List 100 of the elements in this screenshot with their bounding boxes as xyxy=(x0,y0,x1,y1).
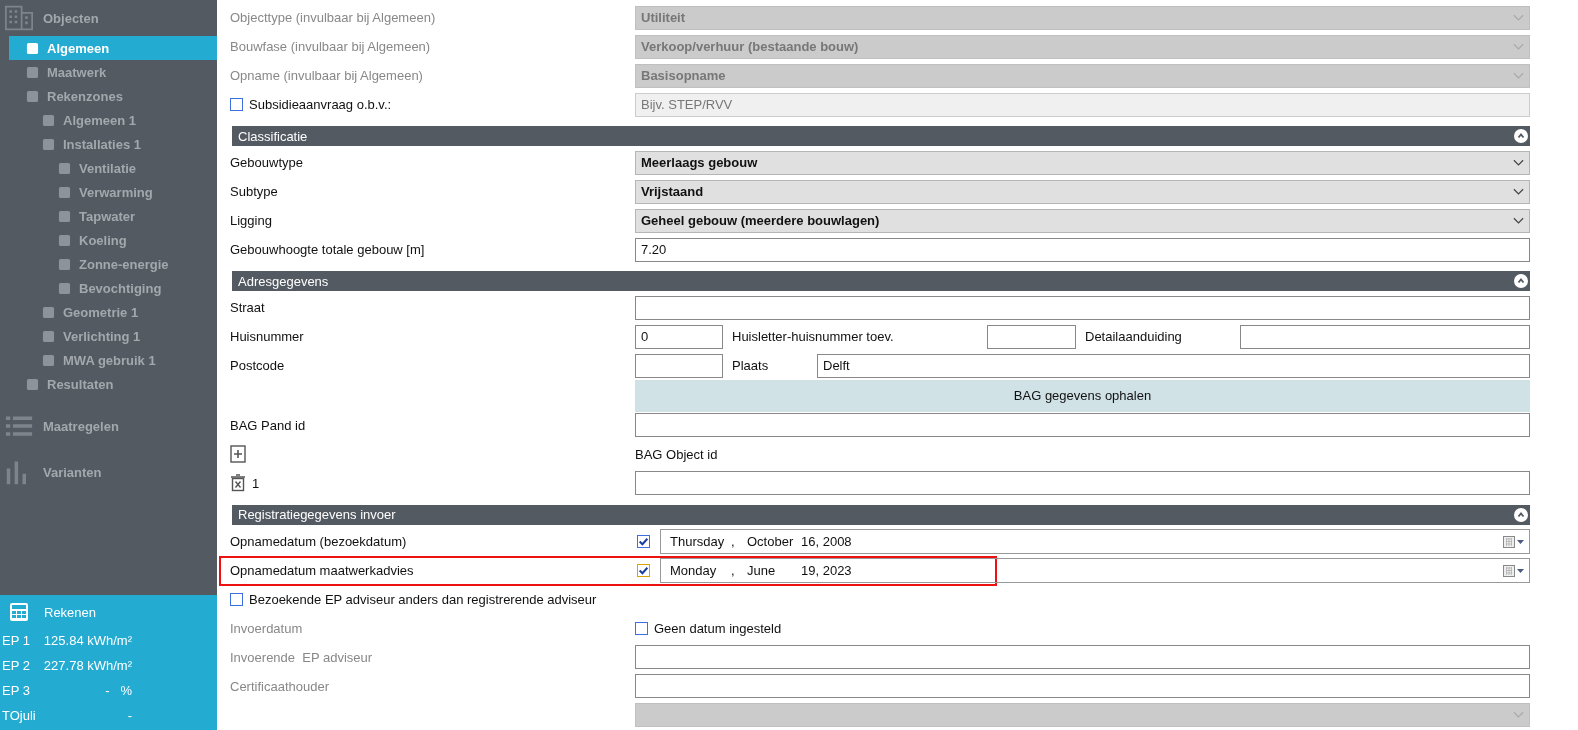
tree-item[interactable]: Algemeen xyxy=(9,36,217,60)
item-icon xyxy=(58,209,71,223)
input-field[interactable] xyxy=(635,674,1530,699)
input-field[interactable] xyxy=(987,324,1076,349)
field-label: Postcode xyxy=(230,358,285,374)
item-icon xyxy=(58,161,71,175)
chevron-down-icon xyxy=(1513,42,1524,51)
nav-section[interactable]: Objecten xyxy=(0,0,217,36)
collapse-icon[interactable] xyxy=(1514,129,1528,144)
tree-item[interactable]: Algemeen 1 xyxy=(9,108,217,132)
input-field[interactable] xyxy=(1240,324,1530,349)
tree-item[interactable]: Koeling xyxy=(9,228,217,252)
checkbox-label: Geen datum ingesteld xyxy=(654,621,782,636)
tree-item[interactable]: Verwarming xyxy=(9,180,217,204)
field-label: Certificaathouder xyxy=(230,679,329,694)
date-picker[interactable]: Monday , June 19, 2023 xyxy=(660,558,1530,583)
metric-value: 125.84 kWh/m² xyxy=(42,633,132,648)
chevron-down-icon xyxy=(1513,711,1524,720)
chevron-down-icon xyxy=(1513,187,1524,196)
tree-item[interactable]: Zonne-energie xyxy=(9,252,217,276)
dropdown[interactable]: Geheel gebouw (meerdere bouwlagen) xyxy=(635,208,1530,233)
tree-item[interactable]: MWA gebruik 1 xyxy=(9,348,217,372)
item-icon xyxy=(42,113,55,127)
item-icon xyxy=(26,89,39,103)
field-label: Bouwfase (invulbaar bij Algemeen) xyxy=(230,39,431,54)
metric-label: EP 1 xyxy=(2,633,31,648)
collapse-icon[interactable] xyxy=(1514,274,1528,289)
metric-value: 227.78 kWh/m² xyxy=(42,658,132,673)
field-label: Detailaanduiding xyxy=(1084,329,1183,345)
section-header[interactable]: Registratiegegevens invoer xyxy=(232,504,1530,525)
field-label: Opnamedatum maatwerkadvies xyxy=(230,563,414,578)
item-icon xyxy=(42,305,55,319)
collapse-icon[interactable] xyxy=(1514,507,1528,522)
tree-item[interactable]: Rekenzones xyxy=(9,84,217,108)
item-icon xyxy=(58,257,71,271)
input-field[interactable] xyxy=(635,295,1530,320)
field-label: Opnamedatum (bezoekdatum) xyxy=(230,534,407,549)
item-icon xyxy=(26,65,39,79)
checkbox-label: Subsidieaanvraag o.b.v.: xyxy=(249,97,392,112)
nav-section[interactable]: Varianten xyxy=(0,452,217,492)
item-icon xyxy=(58,281,71,295)
fetch-button[interactable]: BAG gegevens ophalen xyxy=(635,379,1530,412)
section-title: Classificatie xyxy=(238,128,308,144)
tree-item[interactable]: Maatwerk xyxy=(9,60,217,84)
nav-section-label: Varianten xyxy=(43,464,102,480)
metric-label: EP 3 xyxy=(2,683,31,698)
dropdown[interactable]: Meerlaags gebouw xyxy=(635,150,1530,175)
input-field[interactable] xyxy=(635,471,1530,496)
field-label: Gebouwhoogte totale gebouw [m] xyxy=(230,242,425,258)
item-icon xyxy=(26,377,39,391)
calculator-icon xyxy=(9,602,29,622)
tree-item[interactable]: Ventilatie xyxy=(9,156,217,180)
nav-section-label: Maatregelen xyxy=(43,418,119,434)
tree-item[interactable]: Verlichting 1 xyxy=(9,324,217,348)
input-field[interactable] xyxy=(635,645,1530,670)
chevron-down-icon xyxy=(1513,13,1524,22)
input-field[interactable]: 7.20 xyxy=(635,237,1530,262)
item-icon xyxy=(26,41,39,55)
field-label: Invoerdatum xyxy=(230,621,303,636)
item-icon xyxy=(42,353,55,367)
input-field[interactable] xyxy=(635,353,723,378)
field-label: Objecttype (invulbaar bij Algemeen) xyxy=(230,10,436,25)
calculate-button[interactable]: Rekenen xyxy=(0,600,217,624)
checkbox[interactable] xyxy=(637,564,650,577)
field-label: Opname (invulbaar bij Algemeen) xyxy=(230,68,423,83)
item-icon xyxy=(42,329,55,343)
nav-section-label: Objecten xyxy=(43,10,99,26)
row-number: 1 xyxy=(252,475,260,491)
metric-value: - xyxy=(126,708,132,723)
tree-item[interactable]: Tapwater xyxy=(9,204,217,228)
tree-item[interactable]: Installaties 1 xyxy=(9,132,217,156)
date-picker[interactable]: Thursday , October 16, 2008 xyxy=(660,529,1530,554)
building-icon xyxy=(5,5,33,31)
input-field[interactable]: 0 xyxy=(635,324,723,349)
item-icon xyxy=(58,185,71,199)
field-label: Huisletter-huisnummer toev. xyxy=(731,329,895,345)
field-label: BAG Pand id xyxy=(230,417,306,433)
tree-item[interactable]: Resultaten xyxy=(9,372,217,396)
field-label: BAG Object id xyxy=(635,446,718,462)
checkbox[interactable] xyxy=(637,535,650,548)
nav-section[interactable]: Maatregelen xyxy=(0,406,217,446)
input-field[interactable] xyxy=(635,413,1530,438)
tree-item[interactable]: Bevochtiging xyxy=(9,276,217,300)
list-icon xyxy=(5,413,33,439)
section-title: Registratiegegevens invoer xyxy=(238,507,396,523)
field-label: Ligging xyxy=(230,213,272,229)
add-icon[interactable] xyxy=(230,445,246,464)
metric-label: EP 2 xyxy=(2,658,31,673)
section-header[interactable]: Adresgegevens xyxy=(232,271,1530,292)
calendar-icon xyxy=(1503,565,1525,577)
checkbox-label: Bezoekende EP adviseur anders dan registrerende adviseur xyxy=(249,592,597,607)
chevron-down-icon xyxy=(1513,71,1524,80)
dropdown[interactable]: Vrijstaand xyxy=(635,179,1530,204)
field-label: Subtype xyxy=(230,184,278,200)
trash-icon[interactable] xyxy=(230,474,246,493)
section-header[interactable]: Classificatie xyxy=(232,126,1530,147)
input-field[interactable]: Delft xyxy=(817,353,1530,378)
tree-item[interactable]: Geometrie 1 xyxy=(9,300,217,324)
metric-label: TOjuli xyxy=(2,708,37,723)
checkbox[interactable] xyxy=(230,593,243,606)
